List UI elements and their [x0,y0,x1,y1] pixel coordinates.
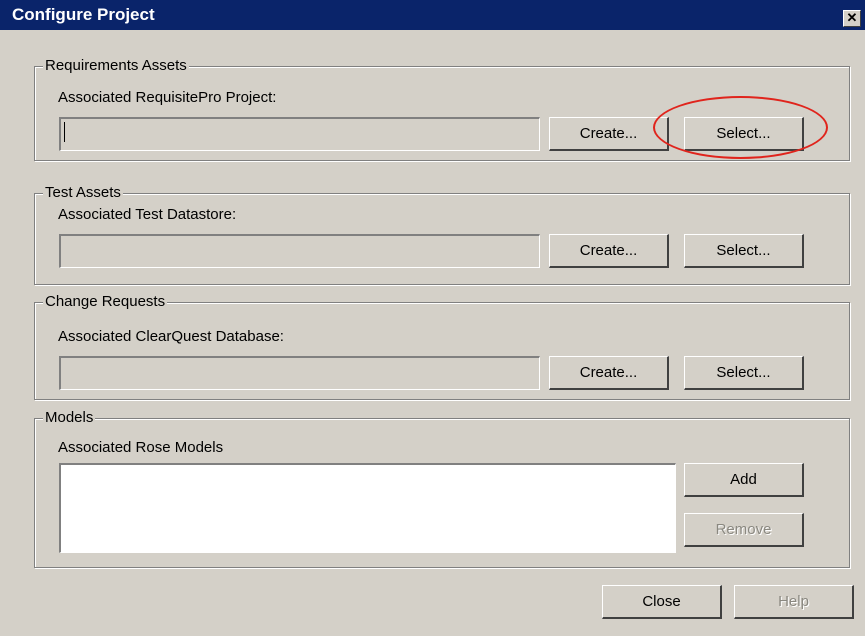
change-create-button[interactable]: Create... [549,356,669,390]
test-select-button[interactable]: Select... [684,234,804,268]
add-model-button[interactable]: Add [684,463,804,497]
help-button[interactable]: Help [734,585,854,619]
window-title: Configure Project [12,5,155,24]
requirements-select-button[interactable]: Select... [684,117,804,151]
test-datastore-field[interactable] [59,234,540,268]
test-datastore-label: Associated Test Datastore: [58,206,237,223]
requisitepro-project-label: Associated RequisitePro Project: [58,89,277,106]
clearquest-database-label: Associated ClearQuest Database: [58,328,284,345]
clearquest-database-field[interactable] [59,356,540,390]
requisitepro-project-field[interactable] [59,117,540,151]
rose-models-list[interactable] [59,463,676,553]
title-bar: Configure Project [0,0,865,30]
change-select-button[interactable]: Select... [684,356,804,390]
change-requests-title: Change Requests [43,293,168,311]
test-create-button[interactable]: Create... [549,234,669,268]
requirements-create-button[interactable]: Create... [549,117,669,151]
close-window-button[interactable]: ✕ [843,10,861,27]
models-title: Models [43,409,96,427]
text-caret [64,122,65,142]
test-assets-title: Test Assets [43,184,123,202]
requirements-assets-title: Requirements Assets [43,57,189,75]
rose-models-label: Associated Rose Models [58,439,224,456]
close-icon: ✕ [846,10,858,25]
close-button[interactable]: Close [602,585,722,619]
remove-model-button[interactable]: Remove [684,513,804,547]
